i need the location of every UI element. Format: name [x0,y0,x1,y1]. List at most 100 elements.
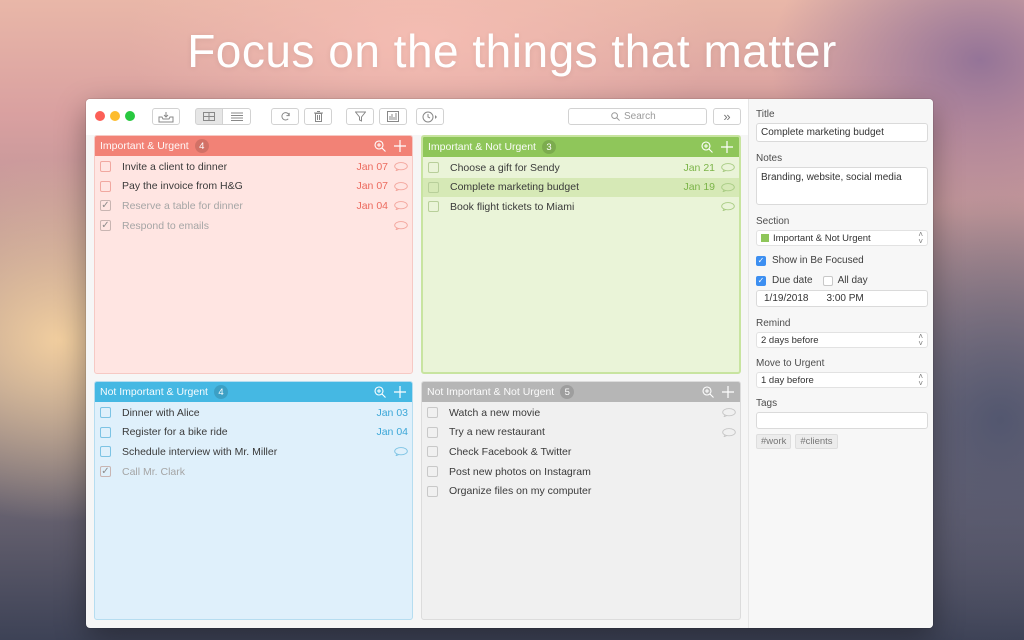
show-in-focused-row: ✓ Show in Be Focused [756,255,927,266]
task-checkbox[interactable] [100,407,111,419]
zoom-quadrant-button[interactable] [374,140,386,152]
task-row[interactable]: Book flight tickets to Miami [423,197,739,217]
close-window-button[interactable] [95,111,105,121]
task-checkbox[interactable]: ✓ [100,220,111,232]
show-in-focused-checkbox[interactable]: ✓ [756,255,766,266]
due-datetime-field[interactable]: 1/19/2018 3:00 PM [756,290,928,307]
stats-button[interactable] [379,108,407,125]
remind-select-value: 2 days before [761,334,819,346]
task-checkbox[interactable] [427,485,438,497]
tags-label: Tags [756,398,778,409]
task-checkbox[interactable] [100,180,111,192]
task-row[interactable]: Complete marketing budget Jan 19 [423,177,739,198]
note-bubble-icon [721,183,735,193]
task-title: Pay the invoice from H&G [122,180,243,193]
task-checkbox[interactable]: ✓ [100,200,111,212]
search-field[interactable] [568,108,707,125]
task-checkbox[interactable]: ✓ [100,466,111,478]
task-checkbox[interactable] [427,407,438,419]
task-row[interactable]: Organize files on my computer [422,481,740,501]
due-time-value[interactable]: 3:00 PM [827,293,864,304]
quadrant-not-important-urgent: Not Important & Urgent 4 Dinner with Alice… [94,381,413,620]
headline: Focus on the things that matter [187,25,837,77]
tag-chip[interactable]: #clients [795,434,838,449]
task-row[interactable]: Try a new restaurant [422,423,740,443]
task-row[interactable]: Dinner with Alice Jan 03 [95,403,412,423]
plus-icon [394,140,406,152]
task-count-badge: 3 [541,140,556,154]
due-date-value[interactable]: 1/19/2018 [764,293,809,304]
search-icon [611,112,620,121]
task-due-date: Jan 19 [683,181,715,194]
notes-field[interactable]: Branding, website, social media [756,167,928,205]
minimize-window-button[interactable] [110,111,120,121]
task-row[interactable]: ✓ Call Mr. Clark [95,462,412,482]
task-title: Reserve a table for dinner [122,199,243,212]
task-checkbox[interactable] [100,426,111,438]
zoom-in-icon [374,140,386,152]
task-row[interactable]: Choose a gift for Sendy Jan 21 [423,158,739,178]
quadrant-title: Important & Urgent [100,140,189,152]
expand-sidebar-button[interactable]: » [713,108,741,125]
task-row[interactable]: Invite a client to dinner Jan 07 [95,157,412,177]
zoom-quadrant-button[interactable] [374,386,386,398]
move-to-urgent-select-value: 1 day before [761,374,814,386]
task-checkbox[interactable] [428,162,439,174]
task-row[interactable]: ✓ Reserve a table for dinner Jan 04 [95,196,412,216]
view-grid-button[interactable] [195,108,223,125]
add-task-button[interactable] [722,386,734,398]
task-row[interactable]: Watch a new movie [422,403,740,423]
move-to-urgent-select[interactable]: 1 day before ˄ ˅ [756,372,928,388]
view-list-button[interactable] [223,108,251,125]
task-row[interactable]: Register for a bike ride Jan 04 [95,423,412,443]
title-field[interactable] [756,123,928,142]
add-task-button[interactable] [394,386,406,398]
list-icon [230,112,243,121]
zoom-in-icon [701,141,713,153]
task-title: Complete marketing budget [450,181,579,194]
task-checkbox[interactable] [427,446,438,458]
task-checkbox[interactable] [427,426,438,438]
tags-input[interactable] [756,412,928,429]
sync-button[interactable] [271,108,299,125]
section-select[interactable]: Important & Not Urgent ˄ ˅ [756,230,928,246]
quadrant-title: Important & Not Urgent [428,141,536,153]
search-input[interactable] [624,111,664,122]
task-list: Watch a new movie Try a new restaurant Che… [422,402,740,501]
remind-select[interactable]: 2 days before ˄ ˅ [756,332,928,348]
task-row[interactable]: Post new photos on Instagram [422,462,740,482]
task-checkbox[interactable] [428,201,439,213]
task-checkbox[interactable] [427,466,438,478]
task-checkbox[interactable] [428,181,439,193]
timer-button[interactable] [416,108,444,125]
all-day-checkbox[interactable] [822,275,833,286]
task-row[interactable]: Pay the invoice from H&G Jan 07 [95,177,412,197]
task-row[interactable]: ✓ Respond to emails [95,216,412,236]
task-row[interactable]: Check Facebook & Twitter [422,442,740,462]
toolbar: » [86,99,748,135]
plus-icon [722,386,734,398]
task-row[interactable]: Schedule interview with Mr. Miller [95,442,412,462]
due-date-checkbox[interactable]: ✓ [756,275,766,286]
zoom-window-button[interactable] [125,111,135,121]
bar-chart-icon [387,111,399,122]
remind-label: Remind [756,318,791,329]
task-checkbox[interactable] [100,161,111,173]
task-count-badge: 4 [213,385,228,399]
inbox-button[interactable] [152,108,180,125]
trash-button[interactable] [304,108,332,125]
trash-icon [313,111,323,122]
filter-icon [354,111,366,122]
add-task-button[interactable] [394,140,406,152]
title-label: Title [756,109,775,120]
note-bubble-icon [721,163,735,173]
task-checkbox[interactable] [100,446,111,458]
add-task-button[interactable] [721,141,733,153]
zoom-quadrant-button[interactable] [701,141,713,153]
tag-chip[interactable]: #work [756,434,792,449]
task-title: Organize files on my computer [449,485,592,498]
quadrant-not-important-not-urgent: Not Important & Not Urgent 5 Watch a new m… [421,381,741,620]
zoom-quadrant-button[interactable] [702,386,714,398]
task-title: Book flight tickets to Miami [450,200,575,213]
filter-button[interactable] [346,108,374,125]
